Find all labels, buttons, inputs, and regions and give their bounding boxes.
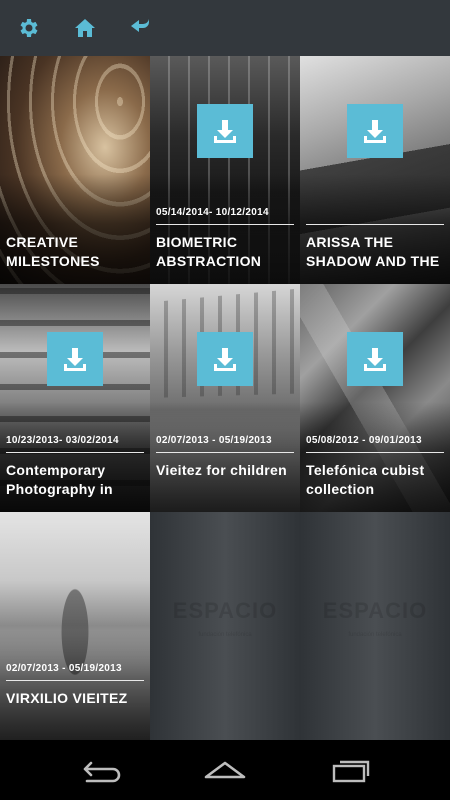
download-icon	[214, 348, 236, 371]
divider	[306, 452, 444, 453]
exhibition-dates: 05/08/2012 - 09/01/2013	[306, 435, 422, 446]
download-icon	[364, 120, 386, 143]
download-icon	[214, 120, 236, 143]
home-icon	[75, 19, 95, 37]
divider	[156, 224, 294, 225]
nav-home-icon	[204, 761, 246, 779]
exhibition-title: VIRXILIO VIEITEZ	[6, 690, 128, 706]
download-button[interactable]	[347, 104, 403, 158]
placeholder-tile: ESPACIO fundación telefónica	[300, 512, 450, 740]
download-button[interactable]	[47, 332, 103, 386]
back-arrow-icon	[131, 19, 149, 32]
exhibition-tile[interactable]: 02/07/2013 - 05/19/2013 Vieitez for chil…	[150, 284, 300, 512]
exhibition-title: BIOMETRIC ABSTRACTION	[156, 234, 262, 269]
exhibition-title: Telefónica cubist collection	[306, 462, 425, 497]
logo-subtitle: fundación telefónica	[198, 632, 252, 638]
exhibition-tile[interactable]: 05/14/2014- 10/12/2014 BIOMETRIC ABSTRAC…	[150, 56, 300, 284]
nav-recents-button[interactable]	[327, 756, 375, 784]
action-bar	[0, 0, 450, 56]
divider	[156, 452, 294, 453]
exhibition-dates: 10/23/2013- 03/02/2014	[6, 435, 119, 446]
tile-shade	[0, 630, 150, 740]
exhibition-tile[interactable]: 05/08/2012 - 09/01/2013 Telefónica cubis…	[300, 284, 450, 512]
espacio-logo: ESPACIO fundación telefónica	[150, 600, 300, 646]
nav-recents-icon	[332, 760, 370, 783]
exhibition-title: Contemporary Photography in	[6, 462, 113, 497]
divider	[306, 224, 444, 225]
download-icon	[364, 348, 386, 371]
exhibition-tile[interactable]: CREATIVE MILESTONES	[0, 56, 150, 284]
divider	[6, 680, 144, 681]
nav-back-button[interactable]	[76, 756, 124, 784]
settings-button[interactable]	[16, 15, 42, 41]
home-button[interactable]	[72, 15, 98, 41]
gear-icon	[20, 19, 38, 37]
logo-subtitle: fundación telefónica	[348, 632, 402, 638]
tile-shade	[150, 402, 300, 512]
exhibition-dates: 02/07/2013 - 05/19/2013	[156, 435, 272, 446]
system-nav-bar	[0, 740, 450, 800]
exhibition-title: Vieitez for children	[156, 462, 287, 478]
divider	[6, 452, 144, 453]
exhibition-grid: CREATIVE MILESTONES 05/14/2014- 10/12/20…	[0, 56, 450, 740]
exhibition-title: CREATIVE MILESTONES	[6, 234, 100, 269]
logo-text: ESPACIO	[172, 598, 278, 623]
placeholder-tile: ESPACIO fundación telefónica	[150, 512, 300, 740]
nav-home-button[interactable]	[201, 756, 249, 784]
back-button[interactable]	[128, 15, 154, 41]
download-button[interactable]	[347, 332, 403, 386]
exhibition-dates: 02/07/2013 - 05/19/2013	[6, 663, 122, 674]
download-button[interactable]	[197, 332, 253, 386]
espacio-logo: ESPACIO fundación telefónica	[300, 600, 450, 646]
exhibition-tile[interactable]: ARISSA THE SHADOW AND THE	[300, 56, 450, 284]
exhibition-title: ARISSA THE SHADOW AND THE	[306, 234, 440, 269]
logo-text: ESPACIO	[322, 598, 428, 623]
exhibition-dates: 05/14/2014- 10/12/2014	[156, 207, 269, 218]
exhibition-tile[interactable]: 10/23/2013- 03/02/2014 Contemporary Phot…	[0, 284, 150, 512]
download-icon	[64, 348, 86, 371]
exhibition-tile[interactable]: 02/07/2013 - 05/19/2013 VIRXILIO VIEITEZ	[0, 512, 150, 740]
download-button[interactable]	[197, 104, 253, 158]
nav-back-icon	[83, 761, 121, 783]
